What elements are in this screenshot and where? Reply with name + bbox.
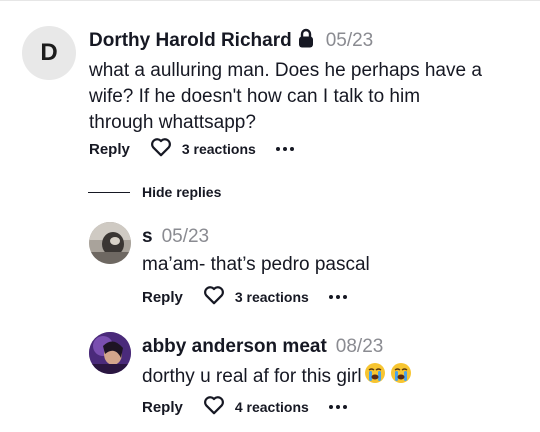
more-options-icon[interactable]: [328, 405, 347, 409]
hide-replies-label: Hide replies: [142, 184, 222, 200]
reply-header: s 05/23: [142, 225, 209, 249]
avatar-letter: D: [40, 39, 58, 66]
lock-icon: [298, 28, 314, 54]
reply-actions: Reply 4 reactions: [142, 395, 347, 419]
reactions-count[interactable]: 3 reactions: [182, 141, 256, 157]
avatar-photo: [89, 332, 131, 374]
reply-button[interactable]: Reply: [89, 141, 130, 158]
comment-header: Dorthy Harold Richard 05/23: [89, 28, 374, 54]
avatar[interactable]: [89, 222, 131, 264]
hide-replies-toggle[interactable]: Hide replies: [88, 184, 221, 200]
heart-icon[interactable]: [203, 285, 225, 309]
heart-icon[interactable]: [150, 137, 172, 161]
more-options-icon[interactable]: [275, 147, 294, 151]
reply-button[interactable]: Reply: [142, 289, 183, 306]
comment-text-line: wife? If he doesn't how can I talk to hi…: [89, 86, 421, 107]
reply-author[interactable]: abby anderson meat: [142, 336, 327, 358]
top-divider: [0, 0, 540, 1]
reply-text: ma’am- that’s pedro pascal: [142, 254, 370, 275]
reply-date: 05/23: [161, 226, 210, 247]
comment-actions: Reply 3 reactions: [89, 137, 294, 161]
comment-text-line: what a aulluring man. Does he perhaps ha…: [89, 60, 482, 81]
comment-date: 05/23: [325, 30, 374, 51]
heart-icon[interactable]: [203, 395, 225, 419]
comment-author[interactable]: Dorthy Harold Richard: [89, 30, 292, 52]
comment-text: what a aulluring man. Does he perhaps ha…: [89, 58, 482, 136]
reply-date: 08/23: [335, 336, 384, 357]
more-options-icon[interactable]: [328, 295, 347, 299]
avatar[interactable]: [89, 332, 131, 374]
reactions-count[interactable]: 4 reactions: [235, 399, 309, 415]
hide-replies-line: [88, 191, 130, 193]
reply-actions: Reply 3 reactions: [142, 285, 347, 309]
reply-text: dorthy u real af for this girl: [142, 362, 412, 392]
reply-header: abby anderson meat 08/23: [142, 335, 383, 359]
reply-text-content: dorthy u real af for this girl: [142, 366, 362, 387]
avatar-photo: [89, 222, 131, 264]
reactions-count[interactable]: 3 reactions: [235, 289, 309, 305]
crying-face-icon: [364, 362, 386, 392]
reply-author[interactable]: s: [142, 226, 153, 248]
avatar[interactable]: D: [22, 26, 76, 80]
crying-face-icon: [390, 362, 412, 392]
reply-button[interactable]: Reply: [142, 399, 183, 416]
comment-text-line: through whattsapp?: [89, 112, 256, 133]
